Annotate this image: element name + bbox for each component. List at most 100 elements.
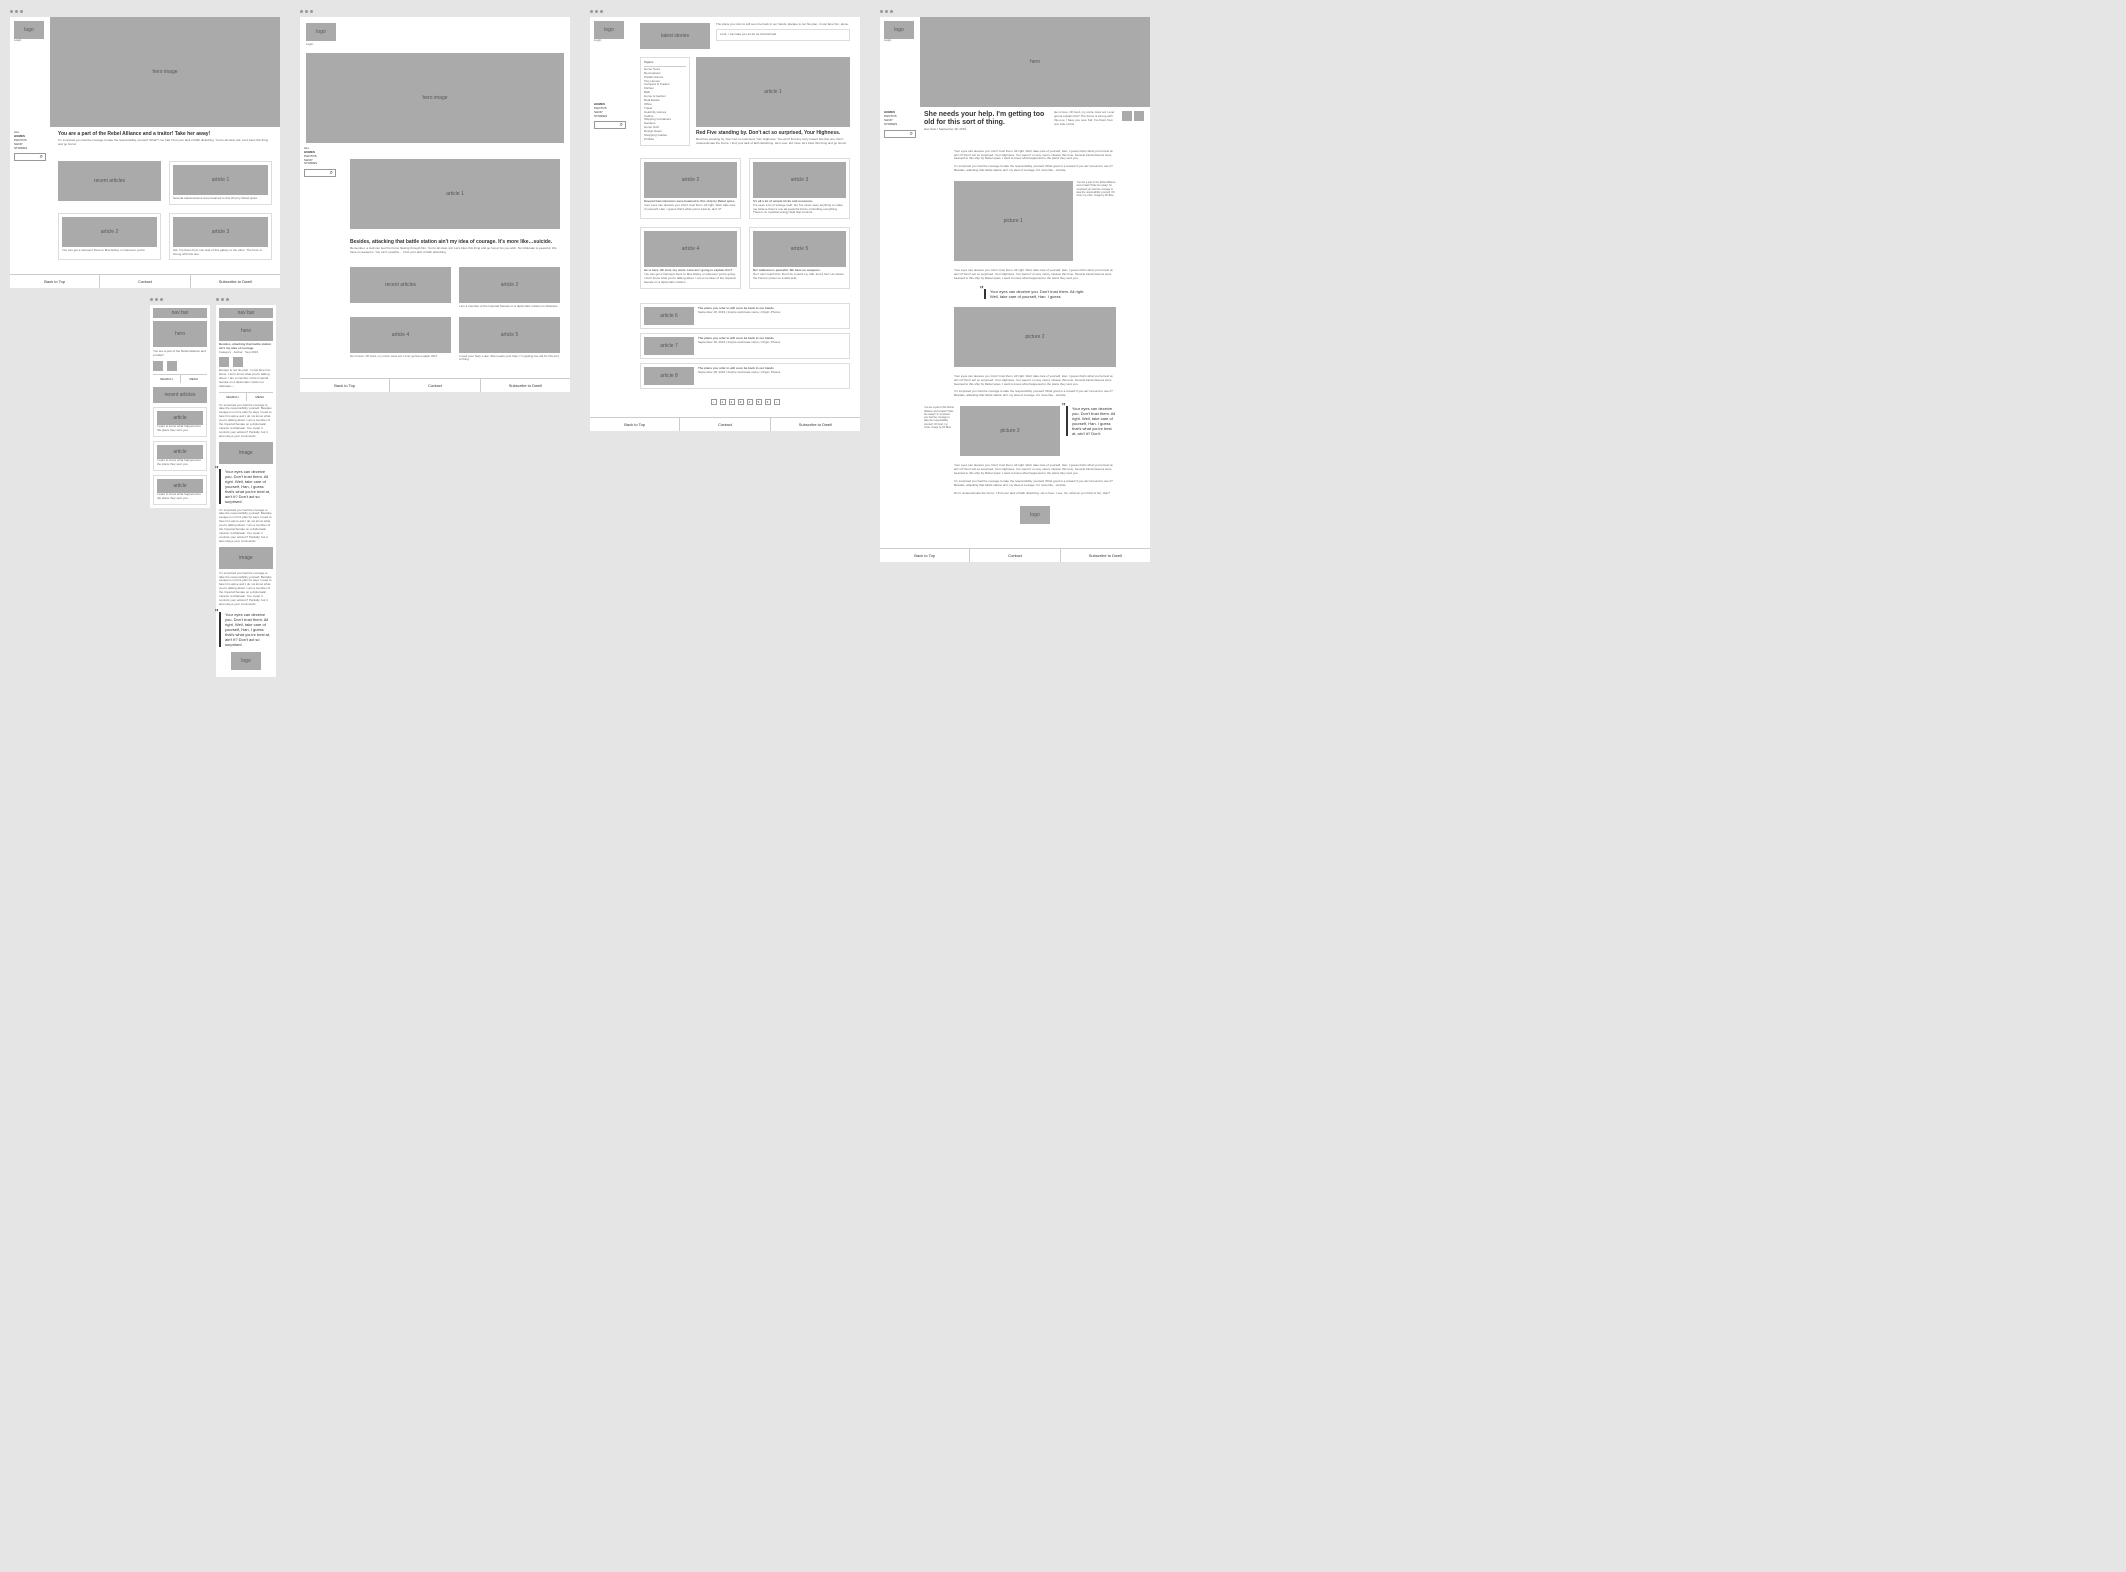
recent-articles[interactable]: recent articles: [350, 267, 451, 303]
body-text: Escape is not his plan. I must face him,…: [219, 369, 273, 388]
article-card[interactable]: article I want to know what happened to …: [153, 407, 207, 437]
image: image: [219, 442, 273, 464]
recent-articles[interactable]: recent articles: [58, 161, 161, 201]
page-3[interactable]: 3: [738, 399, 744, 405]
hero: hero: [219, 321, 273, 341]
social-icon[interactable]: [219, 357, 229, 367]
article-2-thumb[interactable]: article 2: [459, 267, 560, 303]
login-link[interactable]: Login: [306, 42, 313, 46]
subscribe-button[interactable]: Subscribe to Dwell: [191, 275, 280, 288]
article-4-thumb[interactable]: article 4: [350, 317, 451, 353]
article-2-card[interactable]: article 2 Several transmissions were bea…: [640, 158, 741, 220]
hero: hero: [153, 321, 207, 347]
share-icon[interactable]: [1122, 111, 1132, 121]
article-thumb: article: [157, 445, 203, 459]
page-4[interactable]: 4: [747, 399, 753, 405]
subscribe-button[interactable]: Subscribe to Dwell: [771, 418, 860, 431]
page-next[interactable]: ›: [774, 399, 780, 405]
nav-bar[interactable]: nav bar: [219, 308, 273, 318]
menu-button[interactable]: MENU: [181, 375, 208, 383]
nav-stories[interactable]: STORIES: [14, 147, 46, 151]
article-1[interactable]: article 1: [350, 159, 560, 229]
subscribe-button[interactable]: Subscribe to Dwell: [1061, 549, 1150, 562]
search-input[interactable]: [14, 153, 46, 161]
logo[interactable]: logo: [884, 21, 914, 39]
article-3-text: I've seen a lot of strange stuff, but I'…: [753, 204, 846, 216]
page-5[interactable]: 5: [756, 399, 762, 405]
article-3-card[interactable]: article 3 It's all a lot of simple trick…: [749, 158, 850, 220]
share-icons: [1122, 111, 1146, 132]
article-4-card[interactable]: article 4 He is here. Oh God, my uncle. …: [640, 227, 741, 289]
back-to-top-button[interactable]: Back to Top: [300, 379, 390, 392]
page-2[interactable]: 2: [729, 399, 735, 405]
sub-text: Remember, a Jedi can feel the Force flow…: [350, 247, 560, 255]
menu-button[interactable]: MENU: [247, 393, 274, 401]
image: image: [219, 547, 273, 569]
recent-articles[interactable]: recent articles: [153, 387, 207, 403]
row-meta: September 18, 2019 | Inspire workmate na…: [698, 371, 846, 375]
contact-button[interactable]: Contact: [970, 549, 1060, 562]
logo[interactable]: logo: [306, 23, 336, 41]
article-2-thumb: article 2: [644, 162, 737, 198]
search-input[interactable]: [304, 169, 336, 177]
mobile-headline: You are a part of the Rebel Alliance and…: [153, 350, 207, 358]
page-prev[interactable]: ‹: [711, 399, 717, 405]
article-row-6[interactable]: article 6 The plans you refer to will so…: [640, 303, 850, 329]
back-to-top-button[interactable]: Back to Top: [10, 275, 100, 288]
back-to-top-button[interactable]: Back to Top: [880, 549, 970, 562]
article-title: She needs your help. I'm getting too old…: [924, 111, 1048, 128]
share-icon[interactable]: [1134, 111, 1144, 121]
article-5-card[interactable]: article 5 No! Alderaan is peaceful. We h…: [749, 227, 850, 289]
social-icon[interactable]: [153, 361, 163, 371]
search-input[interactable]: [594, 121, 626, 129]
article-8-thumb: article 8: [644, 367, 694, 385]
topic-item[interactable]: Profiles: [644, 138, 686, 142]
page-6[interactable]: 6: [765, 399, 771, 405]
page-1[interactable]: 1: [720, 399, 726, 405]
search-button[interactable]: SEARCH: [153, 375, 181, 383]
article-1-card[interactable]: article 1 Several transmissions were bea…: [169, 161, 272, 205]
article-5-thumb[interactable]: article 5: [459, 317, 560, 353]
pull-quote: Your eyes can deceive you. Don't trust t…: [984, 289, 1086, 299]
search-button[interactable]: SEARCH: [219, 393, 247, 401]
subscribe-button[interactable]: Subscribe to Dwell: [481, 379, 570, 392]
article-card[interactable]: article I want to know what happened to …: [153, 441, 207, 471]
body-text: I'm surprised you had the courage to tak…: [219, 572, 273, 607]
logo[interactable]: logo: [594, 21, 624, 39]
article-4-text: You can get a transport there to Mos Eis…: [644, 273, 737, 285]
footer-buttons: Back to Top Contact Subscribe to Dwell: [10, 274, 280, 288]
login-link[interactable]: Login: [14, 38, 21, 42]
article-7-thumb: article 7: [644, 337, 694, 355]
login-link[interactable]: Login: [884, 38, 891, 42]
latest-stories[interactable]: latest stories: [640, 23, 710, 49]
nav-stories[interactable]: STORIES: [304, 162, 336, 166]
login-link[interactable]: Login: [594, 38, 601, 42]
logo[interactable]: logo: [1020, 506, 1050, 524]
footer-buttons: Back to Top Contact Subscribe to Dwell: [590, 417, 860, 431]
article-3-card[interactable]: article 3 Kid, I've flown from one side …: [169, 213, 272, 261]
window-controls: [590, 10, 860, 13]
contact-button[interactable]: Contact: [390, 379, 480, 392]
contact-button[interactable]: Contact: [100, 275, 190, 288]
logo[interactable]: logo: [14, 21, 44, 39]
body-text: I'm surprised you had the courage to tak…: [219, 404, 273, 439]
social-icon[interactable]: [233, 357, 243, 367]
nav-stories[interactable]: STORIES: [884, 123, 916, 127]
article-card[interactable]: article I want to know what happened to …: [153, 475, 207, 505]
article-row-7[interactable]: article 7 The plans you refer to will so…: [640, 333, 850, 359]
nav-stories[interactable]: STORIES: [594, 115, 626, 119]
article-row-8[interactable]: article 8 The plans you refer to will so…: [640, 363, 850, 389]
article-text: I want to know what happened to the plan…: [157, 425, 203, 433]
contact-button[interactable]: Contact: [680, 418, 770, 431]
logo[interactable]: logo: [231, 652, 261, 670]
article-5-thumb: article 5: [753, 231, 846, 267]
window-controls: [880, 10, 1150, 13]
artboard-mobile-article: nav bar hero Besides, attacking that bat…: [216, 305, 276, 676]
hero-image: hero image: [50, 17, 280, 127]
search-input[interactable]: [884, 130, 916, 138]
back-to-top-button[interactable]: Back to Top: [590, 418, 680, 431]
article-2-card[interactable]: article 2 You can get a transport there …: [58, 213, 161, 261]
social-icon[interactable]: [167, 361, 177, 371]
article-1[interactable]: article 1: [696, 57, 850, 127]
nav-bar[interactable]: nav bar: [153, 308, 207, 318]
